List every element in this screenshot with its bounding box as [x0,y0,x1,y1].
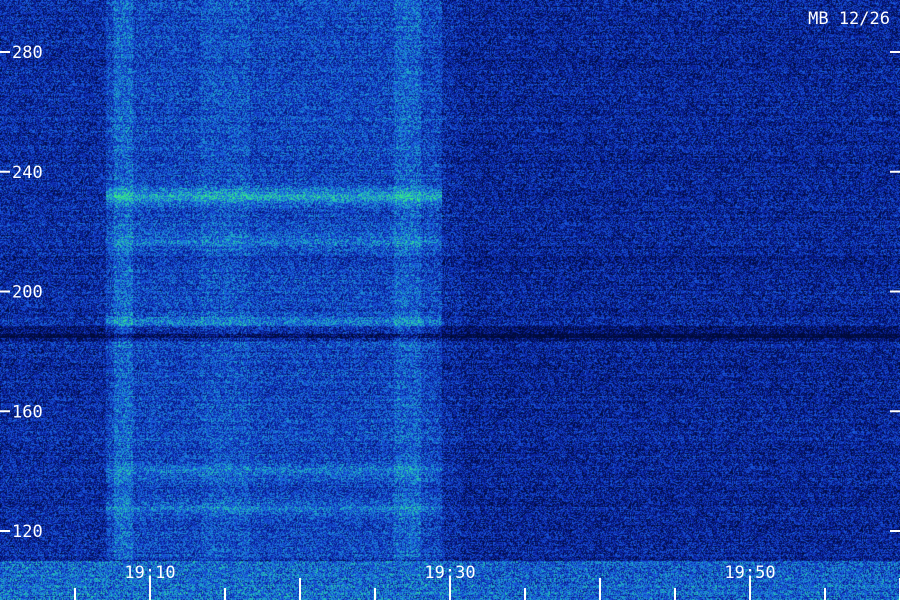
x-tick-label: 19:30 [424,563,475,583]
y-tick-label: 240 [12,163,43,183]
y-axis: 120 160 200 240 280 [0,43,900,542]
y-tick-label: 280 [12,43,43,63]
spectrogram-chart: 120 160 200 240 280 19:10 19:30 19:50 MB 12/26 [0,0,900,600]
axes-overlay: 120 160 200 240 280 19:10 19:30 19:50 MB 12/26 [0,9,900,600]
x-axis: 19:10 19:30 19:50 [74,563,900,600]
x-tick-label: 19:10 [124,563,175,583]
y-tick-label: 120 [12,522,43,542]
y-tick-label: 160 [12,402,43,422]
station-label: MB 12/26 [808,9,890,29]
x-tick-label: 19:50 [724,563,775,583]
y-tick-label: 200 [12,283,43,303]
